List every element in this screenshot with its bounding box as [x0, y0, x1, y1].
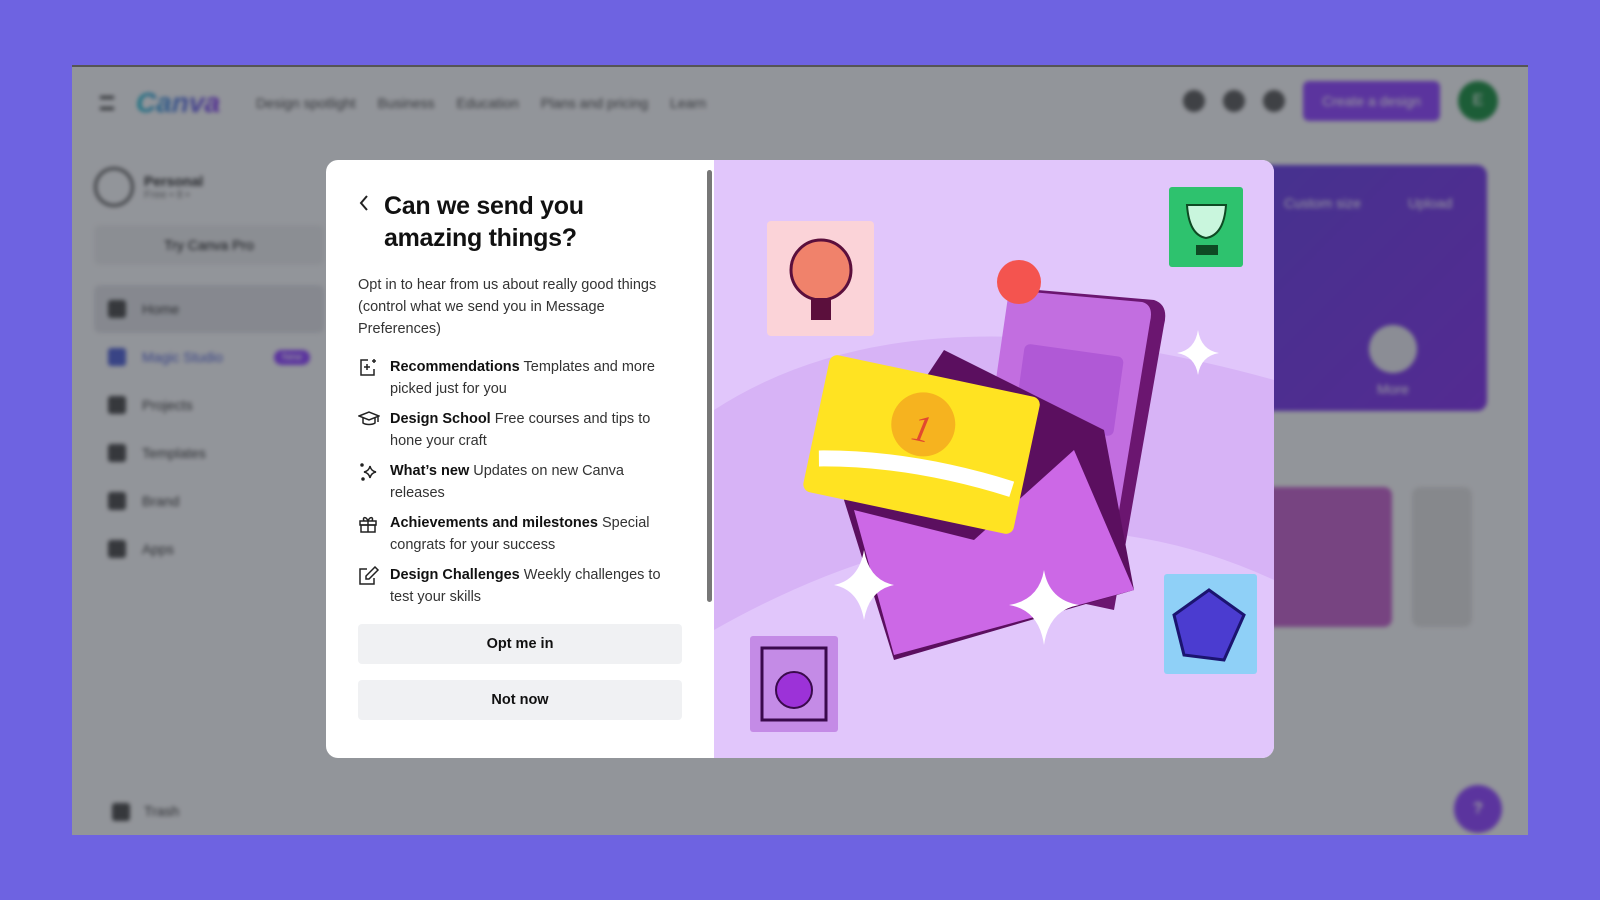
dialog-intro: Opt in to hear from us about really good… [358, 277, 657, 337]
marketing-opt-in-dialog: Can we send you amazing things? Opt in t… [326, 160, 1274, 758]
feature-achievements: Achievements and milestones Special cong… [358, 512, 682, 556]
back-button[interactable] [358, 192, 370, 220]
feature-recommendations: Recommendations Templates and more picke… [358, 356, 682, 400]
chevron-left-icon [359, 195, 368, 211]
opt-in-button[interactable]: Opt me in [358, 624, 682, 664]
feature-title: Achievements and milestones [390, 515, 598, 531]
graduation-cap-icon [356, 408, 382, 452]
scrollbar[interactable] [707, 170, 712, 602]
feature-whats-new: What’s new Updates on new Canva releases [358, 460, 682, 504]
sparkles-icon [358, 460, 380, 504]
lightbulb-card [767, 221, 874, 336]
feature-title: Design School [390, 411, 491, 427]
feature-title: Design Challenges [390, 567, 520, 583]
envelope-phone-illustration: 1 [714, 187, 1274, 732]
trophy-card [1169, 187, 1243, 267]
edit-icon [358, 564, 380, 608]
feature-list: Recommendations Templates and more picke… [356, 356, 682, 608]
feature-design-school: Design School Free courses and tips to h… [356, 408, 682, 452]
feature-title: What’s new [390, 463, 470, 479]
gem-card [1164, 574, 1257, 674]
gift-icon [358, 512, 380, 556]
not-now-button[interactable]: Not now [358, 680, 682, 720]
feature-title: Recommendations [390, 359, 520, 375]
dialog-title: Can we send you amazing things? [384, 192, 584, 252]
apple-card [750, 636, 838, 732]
notification-dot [997, 260, 1041, 304]
illustration-panel: 1 [714, 160, 1274, 758]
sparkle-frame-icon [358, 356, 380, 400]
feature-design-challenges: Design Challenges Weekly challenges to t… [358, 564, 682, 608]
